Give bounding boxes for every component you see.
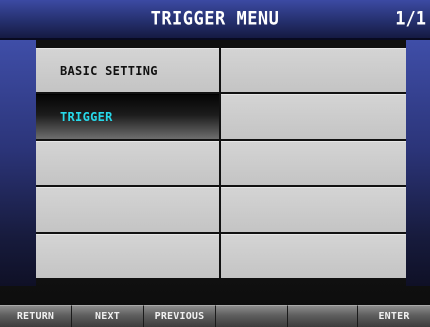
previous-button[interactable]: PREVIOUS xyxy=(144,305,216,327)
menu-item-empty[interactable] xyxy=(221,94,406,139)
menu-item-empty[interactable] xyxy=(221,187,406,232)
left-side-panel xyxy=(0,40,36,286)
function-key-4-button[interactable] xyxy=(216,305,288,327)
menu-item-empty[interactable] xyxy=(36,140,219,186)
menu-item-label: TRIGGER xyxy=(60,110,113,125)
function-key-bar: RETURN NEXT PREVIOUS ENTER xyxy=(0,305,430,327)
title-bar: TRIGGER MENU 1/1 xyxy=(0,0,430,40)
menu-item-empty[interactable] xyxy=(36,187,219,232)
next-button[interactable]: NEXT xyxy=(72,305,144,327)
page-indicator: 1/1 xyxy=(395,7,426,31)
menu-item-trigger[interactable]: TRIGGER xyxy=(36,94,219,139)
page-title: TRIGGER MENU xyxy=(150,7,280,31)
menu-item-empty[interactable] xyxy=(36,233,219,278)
menu-grid: BASIC SETTING TRIGGER xyxy=(36,48,406,278)
trigger-menu-screen: TRIGGER MENU 1/1 BASIC SETTING TRIGGER R… xyxy=(0,0,430,327)
menu-item-label: BASIC SETTING xyxy=(60,63,158,78)
function-key-5-button[interactable] xyxy=(288,305,358,327)
return-button[interactable]: RETURN xyxy=(0,305,72,327)
menu-item-basic-setting[interactable]: BASIC SETTING xyxy=(36,48,219,93)
menu-item-empty[interactable] xyxy=(221,233,406,278)
enter-button[interactable]: ENTER xyxy=(358,305,430,327)
menu-item-empty[interactable] xyxy=(221,48,406,93)
menu-item-empty[interactable] xyxy=(221,140,406,186)
right-side-panel xyxy=(406,40,430,286)
